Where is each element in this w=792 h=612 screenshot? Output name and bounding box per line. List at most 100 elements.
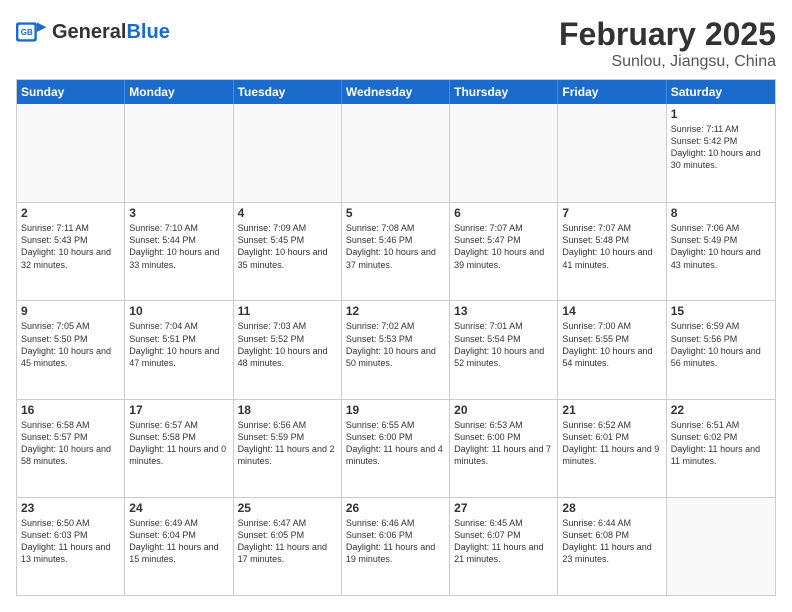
day-number: 1 (671, 107, 771, 121)
calendar: SundayMondayTuesdayWednesdayThursdayFrid… (16, 79, 776, 596)
day-number: 8 (671, 206, 771, 220)
calendar-header: SundayMondayTuesdayWednesdayThursdayFrid… (17, 80, 775, 104)
day-info: Sunrise: 6:58 AM Sunset: 5:57 PM Dayligh… (21, 419, 120, 468)
day-number: 2 (21, 206, 120, 220)
day-of-week-header: Tuesday (234, 80, 342, 104)
calendar-cell: 19 Sunrise: 6:55 AM Sunset: 6:00 PM Dayli… (342, 400, 450, 497)
day-info: Sunrise: 7:07 AM Sunset: 5:48 PM Dayligh… (562, 222, 661, 271)
calendar-cell (125, 104, 233, 202)
svg-text:GB: GB (21, 28, 33, 37)
day-number: 27 (454, 501, 553, 515)
calendar-cell (667, 498, 775, 595)
page: GB GeneralBlue February 2025 Sunlou, Jia… (0, 0, 792, 612)
calendar-cell: 4Sunrise: 7:09 AM Sunset: 5:45 PM Daylig… (234, 203, 342, 300)
calendar-cell: 26 Sunrise: 6:46 AM Sunset: 6:06 PM Dayli… (342, 498, 450, 595)
day-info: Sunrise: 7:09 AM Sunset: 5:45 PM Dayligh… (238, 222, 337, 271)
day-number: 18 (238, 403, 337, 417)
day-number: 11 (238, 304, 337, 318)
day-info: Sunrise: 6:51 AM Sunset: 6:02 PM Dayligh… (671, 419, 771, 468)
day-info: Sunrise: 7:02 AM Sunset: 5:53 PM Dayligh… (346, 320, 445, 369)
day-info: Sunrise: 6:53 AM Sunset: 6:00 PM Dayligh… (454, 419, 553, 468)
day-number: 6 (454, 206, 553, 220)
day-info: Sunrise: 7:07 AM Sunset: 5:47 PM Dayligh… (454, 222, 553, 271)
day-info: Sunrise: 6:46 AM Sunset: 6:06 PM Dayligh… (346, 517, 445, 566)
calendar-cell: 1 Sunrise: 7:11 AM Sunset: 5:42 PM Daylig… (667, 104, 775, 202)
day-info: Sunrise: 6:57 AM Sunset: 5:58 PM Dayligh… (129, 419, 228, 468)
calendar-cell: 6 Sunrise: 7:07 AM Sunset: 5:47 PM Daylig… (450, 203, 558, 300)
day-of-week-header: Friday (558, 80, 666, 104)
day-info: Sunrise: 7:11 AM Sunset: 5:42 PM Dayligh… (671, 123, 771, 172)
day-info: Sunrise: 7:08 AM Sunset: 5:46 PM Dayligh… (346, 222, 445, 271)
calendar-row: 16 Sunrise: 6:58 AM Sunset: 5:57 PM Dayli… (17, 399, 775, 497)
calendar-cell (234, 104, 342, 202)
day-of-week-header: Saturday (667, 80, 775, 104)
logo-general: General (52, 21, 126, 43)
calendar-cell: 11Sunrise: 7:03 AM Sunset: 5:52 PM Dayli… (234, 301, 342, 398)
day-info: Sunrise: 6:55 AM Sunset: 6:00 PM Dayligh… (346, 419, 445, 468)
calendar-cell: 7 Sunrise: 7:07 AM Sunset: 5:48 PM Daylig… (558, 203, 666, 300)
calendar-cell: 12Sunrise: 7:02 AM Sunset: 5:53 PM Dayli… (342, 301, 450, 398)
day-number: 25 (238, 501, 337, 515)
calendar-body: 1 Sunrise: 7:11 AM Sunset: 5:42 PM Daylig… (17, 104, 775, 595)
calendar-cell (450, 104, 558, 202)
title-block: February 2025 Sunlou, Jiangsu, China (559, 16, 776, 71)
day-number: 17 (129, 403, 228, 417)
day-number: 7 (562, 206, 661, 220)
day-info: Sunrise: 6:50 AM Sunset: 6:03 PM Dayligh… (21, 517, 120, 566)
calendar-row: 9 Sunrise: 7:05 AM Sunset: 5:50 PM Daylig… (17, 300, 775, 398)
calendar-cell: 14 Sunrise: 7:00 AM Sunset: 5:55 PM Dayli… (558, 301, 666, 398)
day-info: Sunrise: 6:59 AM Sunset: 5:56 PM Dayligh… (671, 320, 771, 369)
logo-icon: GB (16, 16, 48, 48)
day-info: Sunrise: 7:01 AM Sunset: 5:54 PM Dayligh… (454, 320, 553, 369)
calendar-cell: 28 Sunrise: 6:44 AM Sunset: 6:08 PM Dayli… (558, 498, 666, 595)
calendar-cell: 27 Sunrise: 6:45 AM Sunset: 6:07 PM Dayli… (450, 498, 558, 595)
day-number: 3 (129, 206, 228, 220)
day-of-week-header: Wednesday (342, 80, 450, 104)
day-number: 10 (129, 304, 228, 318)
day-of-week-header: Sunday (17, 80, 125, 104)
calendar-row: 2 Sunrise: 7:11 AM Sunset: 5:43 PM Daylig… (17, 202, 775, 300)
day-number: 9 (21, 304, 120, 318)
calendar-cell: 3 Sunrise: 7:10 AM Sunset: 5:44 PM Daylig… (125, 203, 233, 300)
logo: GB GeneralBlue (16, 16, 170, 48)
day-info: Sunrise: 6:44 AM Sunset: 6:08 PM Dayligh… (562, 517, 661, 566)
calendar-cell: 9 Sunrise: 7:05 AM Sunset: 5:50 PM Daylig… (17, 301, 125, 398)
day-info: Sunrise: 6:45 AM Sunset: 6:07 PM Dayligh… (454, 517, 553, 566)
day-number: 19 (346, 403, 445, 417)
day-info: Sunrise: 6:56 AM Sunset: 5:59 PM Dayligh… (238, 419, 337, 468)
day-number: 22 (671, 403, 771, 417)
calendar-cell: 20Sunrise: 6:53 AM Sunset: 6:00 PM Dayli… (450, 400, 558, 497)
day-info: Sunrise: 7:05 AM Sunset: 5:50 PM Dayligh… (21, 320, 120, 369)
location: Sunlou, Jiangsu, China (559, 53, 776, 71)
day-number: 24 (129, 501, 228, 515)
calendar-cell: 8Sunrise: 7:06 AM Sunset: 5:49 PM Daylig… (667, 203, 775, 300)
day-number: 28 (562, 501, 661, 515)
day-number: 5 (346, 206, 445, 220)
day-info: Sunrise: 6:52 AM Sunset: 6:01 PM Dayligh… (562, 419, 661, 468)
header: GB GeneralBlue February 2025 Sunlou, Jia… (16, 16, 776, 71)
month-title: February 2025 (559, 16, 776, 53)
day-info: Sunrise: 7:11 AM Sunset: 5:43 PM Dayligh… (21, 222, 120, 271)
day-info: Sunrise: 7:04 AM Sunset: 5:51 PM Dayligh… (129, 320, 228, 369)
day-info: Sunrise: 7:10 AM Sunset: 5:44 PM Dayligh… (129, 222, 228, 271)
calendar-cell: 18 Sunrise: 6:56 AM Sunset: 5:59 PM Dayli… (234, 400, 342, 497)
calendar-cell: 24 Sunrise: 6:49 AM Sunset: 6:04 PM Dayli… (125, 498, 233, 595)
day-number: 16 (21, 403, 120, 417)
day-number: 23 (21, 501, 120, 515)
day-info: Sunrise: 7:00 AM Sunset: 5:55 PM Dayligh… (562, 320, 661, 369)
day-number: 21 (562, 403, 661, 417)
calendar-cell: 16 Sunrise: 6:58 AM Sunset: 5:57 PM Dayli… (17, 400, 125, 497)
logo-blue: Blue (126, 21, 169, 43)
calendar-cell: 5 Sunrise: 7:08 AM Sunset: 5:46 PM Daylig… (342, 203, 450, 300)
day-info: Sunrise: 6:49 AM Sunset: 6:04 PM Dayligh… (129, 517, 228, 566)
calendar-cell: 21 Sunrise: 6:52 AM Sunset: 6:01 PM Dayli… (558, 400, 666, 497)
calendar-cell: 15Sunrise: 6:59 AM Sunset: 5:56 PM Dayli… (667, 301, 775, 398)
calendar-cell (17, 104, 125, 202)
day-number: 26 (346, 501, 445, 515)
day-number: 14 (562, 304, 661, 318)
day-of-week-header: Thursday (450, 80, 558, 104)
calendar-cell: 13Sunrise: 7:01 AM Sunset: 5:54 PM Dayli… (450, 301, 558, 398)
calendar-cell: 17 Sunrise: 6:57 AM Sunset: 5:58 PM Dayli… (125, 400, 233, 497)
calendar-cell: 22 Sunrise: 6:51 AM Sunset: 6:02 PM Dayli… (667, 400, 775, 497)
calendar-row: 1 Sunrise: 7:11 AM Sunset: 5:42 PM Daylig… (17, 104, 775, 202)
